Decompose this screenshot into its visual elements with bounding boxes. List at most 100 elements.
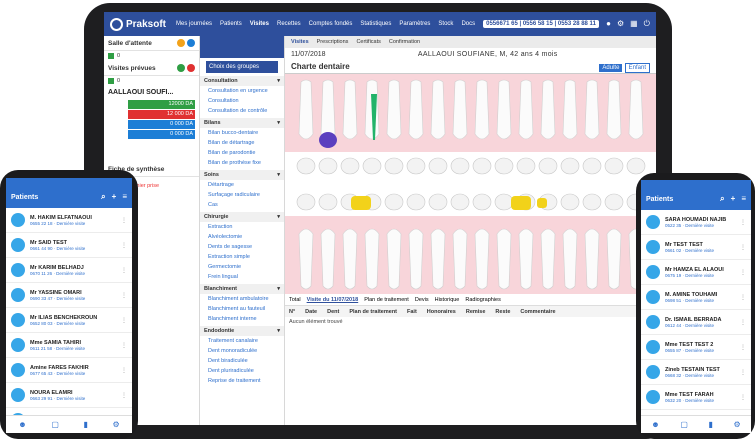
menu-item[interactable]: Reprise de traitement (200, 376, 284, 386)
upper-tooth[interactable] (518, 79, 534, 140)
menu-item[interactable]: Dents de sagesse (200, 242, 284, 252)
list-item[interactable]: Mme SAMIA TAHIRI 0611 21 58 · Dernière vi… (6, 333, 132, 358)
list-item[interactable]: Mr ILIAS BENCHEKROUN 0652 80 03 · Dernièr… (6, 308, 132, 333)
lower-tooth-crown[interactable] (604, 193, 624, 211)
lower-tooth[interactable] (364, 228, 380, 290)
menu-item[interactable]: Blanchiment ambulatoire (200, 294, 284, 304)
lower-tooth-crown[interactable] (406, 193, 426, 211)
menu-item[interactable]: Bilan de prothèse fixe (200, 158, 284, 168)
add-user-icon[interactable]: + (731, 194, 736, 204)
menu-section-header[interactable]: Blanchiment ▾ (200, 284, 284, 294)
upper-tooth[interactable] (474, 79, 490, 140)
menu-item[interactable]: Dent monoradiculée (200, 346, 284, 356)
more-vertical-icon[interactable]: ⋮ (740, 269, 746, 276)
upper-tooth[interactable] (452, 79, 468, 140)
menu-item[interactable]: Détartrage (200, 180, 284, 190)
menu-item[interactable]: Alvéolectomie (200, 232, 284, 242)
nav-settings-icon[interactable]: ⚙ (113, 420, 120, 429)
more-vertical-icon[interactable]: ⋮ (121, 292, 127, 299)
menu-item[interactable]: Germectomie (200, 262, 284, 272)
upper-tooth-crown[interactable] (538, 157, 558, 175)
list-item[interactable]: Zineb TESTAIN TEST 0668 32 · Dernière vis… (641, 360, 751, 385)
menu-item[interactable]: Bilan bucco-dentaire (200, 128, 284, 138)
lower-tooth[interactable] (540, 228, 556, 290)
more-vertical-icon[interactable]: ⋮ (121, 317, 127, 324)
upper-tooth-crown[interactable] (450, 157, 470, 175)
more-vertical-icon[interactable]: ⋮ (121, 342, 127, 349)
nav-item-settings[interactable]: Paramètres (395, 21, 434, 27)
upper-tooth[interactable] (606, 79, 622, 140)
menu-item[interactable]: Extraction (200, 222, 284, 232)
waiting-room-header[interactable]: Salle d'attente (104, 36, 199, 51)
lower-tooth-crown[interactable] (384, 193, 404, 211)
list-item[interactable]: M. HAKIM ELFATNAOUI 0655 22 18 · Dernière… (6, 208, 132, 233)
crown-mark[interactable] (511, 196, 531, 210)
lower-tooth[interactable] (606, 228, 622, 290)
menu-item[interactable]: Dent biradiculée (200, 356, 284, 366)
nav-stats-icon[interactable]: ▮ (709, 420, 713, 429)
occlusal-band[interactable] (285, 152, 656, 216)
nav-item-patients[interactable]: Patients (216, 21, 246, 27)
menu-icon[interactable]: ≡ (122, 192, 127, 202)
more-vertical-icon[interactable]: ⋮ (121, 242, 127, 249)
nav-item-stats[interactable]: Statistiques (356, 21, 395, 27)
menu-item[interactable]: Consultation de contrôle (200, 106, 284, 116)
menu-section-header[interactable]: Chirurgie ▾ (200, 212, 284, 222)
upper-tooth[interactable] (386, 79, 402, 140)
list-item[interactable]: NOURA ELAMRI 0663 29 91 · Dernière visite… (6, 383, 132, 408)
upper-tooth-crown[interactable] (362, 157, 382, 175)
more-vertical-icon[interactable]: ⋮ (740, 219, 746, 226)
lower-tooth[interactable] (408, 228, 424, 290)
upper-tooth[interactable] (342, 79, 358, 140)
table-tab[interactable]: Plan de traitement (364, 297, 409, 303)
lower-tooth[interactable] (562, 228, 578, 290)
list-item[interactable]: Mr SAID TEST 0661 44 90 · Dernière visite… (6, 233, 132, 258)
lower-tooth-crown[interactable] (296, 193, 316, 211)
list-item[interactable]: Dr. ISMAIL BERRADA 0612 44 · Dernière vis… (641, 310, 751, 335)
nav-item-visits[interactable]: Visites (246, 21, 273, 27)
search-icon[interactable]: ⌕ (720, 194, 724, 204)
menu-item[interactable]: Dent pluriradiculée (200, 366, 284, 376)
upper-tooth-crown[interactable] (428, 157, 448, 175)
menu-item[interactable]: Surfaçage radiculaire (200, 190, 284, 200)
lower-tooth-crown[interactable] (582, 193, 602, 211)
list-item[interactable]: Mr KARIM BELHADJ 0670 11 26 · Dernière vi… (6, 258, 132, 283)
brand[interactable]: Praksoft (104, 17, 172, 31)
lower-tooth[interactable] (584, 228, 600, 290)
menu-item[interactable]: Extraction simple (200, 252, 284, 262)
nav-stats-icon[interactable]: ▮ (84, 420, 88, 429)
upper-tooth-crown[interactable] (560, 157, 580, 175)
upper-tooth[interactable] (496, 79, 512, 140)
more-vertical-icon[interactable]: ⋮ (740, 244, 746, 251)
tab-certificates[interactable]: Certificats (356, 39, 380, 45)
more-vertical-icon[interactable]: ⋮ (121, 392, 127, 399)
nav-settings-icon[interactable]: ⚙ (734, 420, 741, 429)
menu-item[interactable]: Blanchiment interne (200, 314, 284, 324)
lower-tooth[interactable] (452, 228, 468, 290)
tab-prescriptions[interactable]: Prescriptions (317, 39, 349, 45)
nav-item-revenue[interactable]: Recettes (273, 21, 305, 27)
lower-tooth[interactable] (496, 228, 512, 290)
upper-tooth[interactable] (540, 79, 556, 140)
menu-section-header[interactable]: Soins ▾ (200, 170, 284, 180)
adult-button[interactable]: Adulte (599, 64, 623, 72)
upper-tooth-crown[interactable] (318, 157, 338, 175)
menu-section-header[interactable]: Consultation ▾ (200, 76, 284, 86)
upper-tooth-crown[interactable] (406, 157, 426, 175)
menu-item[interactable]: Consultation en urgence (200, 86, 284, 96)
menu-item[interactable]: Bilan de parodontie (200, 148, 284, 158)
selected-patient[interactable]: AALLAOUI SOUFI... (104, 86, 199, 99)
upper-tooth-crown[interactable] (384, 157, 404, 175)
upper-tooth[interactable] (562, 79, 578, 140)
upper-tooth[interactable] (320, 79, 336, 140)
tab-visits[interactable]: Visites (291, 39, 309, 45)
table-tab[interactable]: Radiographies (465, 297, 500, 303)
more-vertical-icon[interactable]: ⋮ (740, 319, 746, 326)
waiting-row[interactable]: 0 (104, 51, 199, 61)
list-item[interactable]: Mme TEST FARAH 0632 20 · Dernière visite ⋮ (641, 385, 751, 410)
grid-icon[interactable]: ▦ (630, 19, 638, 29)
list-item[interactable]: Mme TEST TEST 2 0655 87 · Dernière visite… (641, 335, 751, 360)
nav-patients-icon[interactable]: ☻ (18, 420, 26, 429)
more-vertical-icon[interactable]: ⋮ (740, 344, 746, 351)
more-vertical-icon[interactable]: ⋮ (121, 367, 127, 374)
